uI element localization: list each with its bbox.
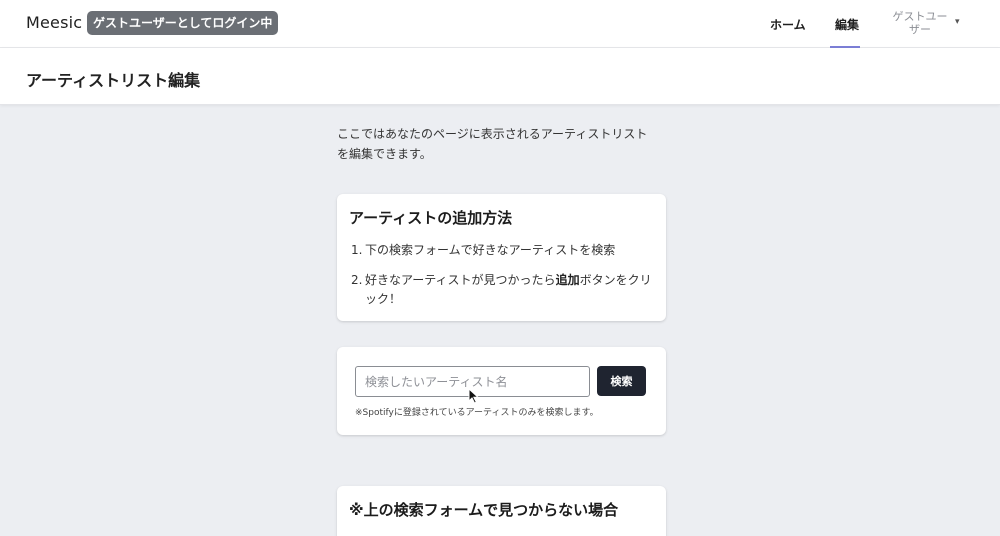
how-to-add-card: アーティストの追加方法 1. 下の検索フォームで好きなアーティストを検索 2. … <box>337 194 666 321</box>
search-card: 検索 ※Spotifyに登録されているアーティストのみを検索します。 <box>337 347 666 435</box>
search-button[interactable]: 検索 <box>597 366 646 396</box>
not-found-card: ※上の検索フォームで見つからない場合 <box>337 486 666 536</box>
how-to-steps: 1. 下の検索フォームで好きなアーティストを検索 2. 好きなアーティストが見つ… <box>351 241 656 309</box>
top-navbar: Meesic ゲストユーザーとしてログイン中 ホーム 編集 ゲストユー ザー ▾ <box>0 0 1000 48</box>
spotify-note: ※Spotifyに登録されているアーティストのみを検索します。 <box>355 408 599 418</box>
user-menu[interactable]: ゲストユー ザー <box>888 10 952 36</box>
step-1-number: 1. <box>351 243 363 257</box>
brand-logo[interactable]: Meesic <box>26 13 82 32</box>
user-menu-name-line2: ザー <box>909 23 931 36</box>
step-1: 1. 下の検索フォームで好きなアーティストを検索 <box>351 241 656 260</box>
intro-text: ここではあなたのページに表示されるアーティストリスト を編集できます。 <box>337 124 667 164</box>
step-2-number: 2. <box>351 273 363 287</box>
nav-link-home[interactable]: ホーム <box>770 16 806 33</box>
not-found-title: ※上の検索フォームで見つからない場合 <box>349 501 619 519</box>
step-1-text: 下の検索フォームで好きなアーティストを検索 <box>365 243 616 257</box>
page-title: アーティストリスト編集 <box>26 71 201 90</box>
nav-link-edit[interactable]: 編集 <box>835 16 859 33</box>
user-menu-name-line1: ゲストユー <box>892 10 948 23</box>
how-to-title: アーティストの追加方法 <box>349 209 513 227</box>
page-header: アーティストリスト編集 <box>0 48 1000 105</box>
intro-line1: ここではあなたのページに表示されるアーティストリスト <box>337 127 648 141</box>
chevron-down-icon[interactable]: ▾ <box>955 17 960 27</box>
step-2-add-word: 追加 <box>555 273 580 287</box>
step-2-text-pre: 好きなアーティストが見つかったら <box>365 273 556 287</box>
intro-line2: を編集できます。 <box>337 147 432 161</box>
step-2: 2. 好きなアーティストが見つかったら追加ボタンをクリック！ <box>351 271 656 309</box>
guest-login-badge: ゲストユーザーとしてログイン中 <box>87 11 279 35</box>
mouse-cursor-icon <box>468 388 480 404</box>
